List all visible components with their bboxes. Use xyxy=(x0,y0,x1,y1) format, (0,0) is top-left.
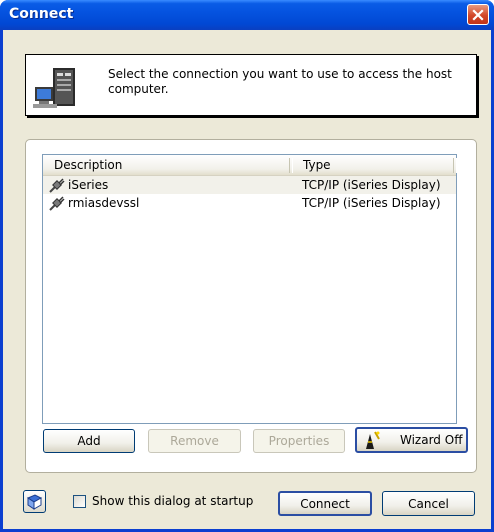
window-title: Connect xyxy=(9,6,74,22)
wizard-icon xyxy=(366,431,380,449)
show-at-startup-label[interactable]: Show this dialog at startup xyxy=(92,494,253,508)
remove-button[interactable]: Remove xyxy=(148,429,241,453)
column-divider[interactable] xyxy=(453,158,457,173)
help-button[interactable] xyxy=(23,490,46,513)
connection-plug-icon xyxy=(49,178,65,193)
title-bar[interactable]: Connect xyxy=(0,0,494,30)
connection-type: TCP/IP (iSeries Display) xyxy=(302,178,441,192)
connect-button[interactable]: Connect xyxy=(278,491,372,516)
computer-host-icon xyxy=(33,68,75,108)
info-panel: Select the connection you want to use to… xyxy=(25,54,477,116)
wizard-off-button[interactable]: Wizard Off xyxy=(355,427,468,453)
info-message: Select the connection you want to use to… xyxy=(108,67,452,96)
connection-name: rmiasdevssl xyxy=(68,196,140,210)
help-book-icon xyxy=(26,494,43,510)
connections-group: Description Type iSeries TCP/IP (iSeries… xyxy=(25,139,477,473)
connect-dialog: Connect Select the connection you want t… xyxy=(0,0,494,532)
connection-list[interactable]: Description Type iSeries TCP/IP (iSeries… xyxy=(42,154,457,424)
list-header: Description Type xyxy=(43,155,459,176)
cancel-button[interactable]: Cancel xyxy=(382,491,475,516)
close-button[interactable] xyxy=(467,4,489,25)
connection-plug-icon xyxy=(49,196,65,211)
connection-name: iSeries xyxy=(68,178,109,192)
connection-type: TCP/IP (iSeries Display) xyxy=(302,196,441,210)
wizard-off-label: Wizard Off xyxy=(400,433,463,447)
add-button[interactable]: Add xyxy=(43,429,135,453)
column-header-type[interactable]: Type xyxy=(292,155,459,175)
close-icon xyxy=(472,8,484,21)
list-item[interactable]: iSeries TCP/IP (iSeries Display) xyxy=(43,176,456,194)
list-item[interactable]: rmiasdevssl TCP/IP (iSeries Display) xyxy=(43,194,456,212)
show-at-startup-checkbox[interactable] xyxy=(73,495,86,508)
column-header-description[interactable]: Description xyxy=(43,155,292,175)
properties-button[interactable]: Properties xyxy=(253,429,345,453)
